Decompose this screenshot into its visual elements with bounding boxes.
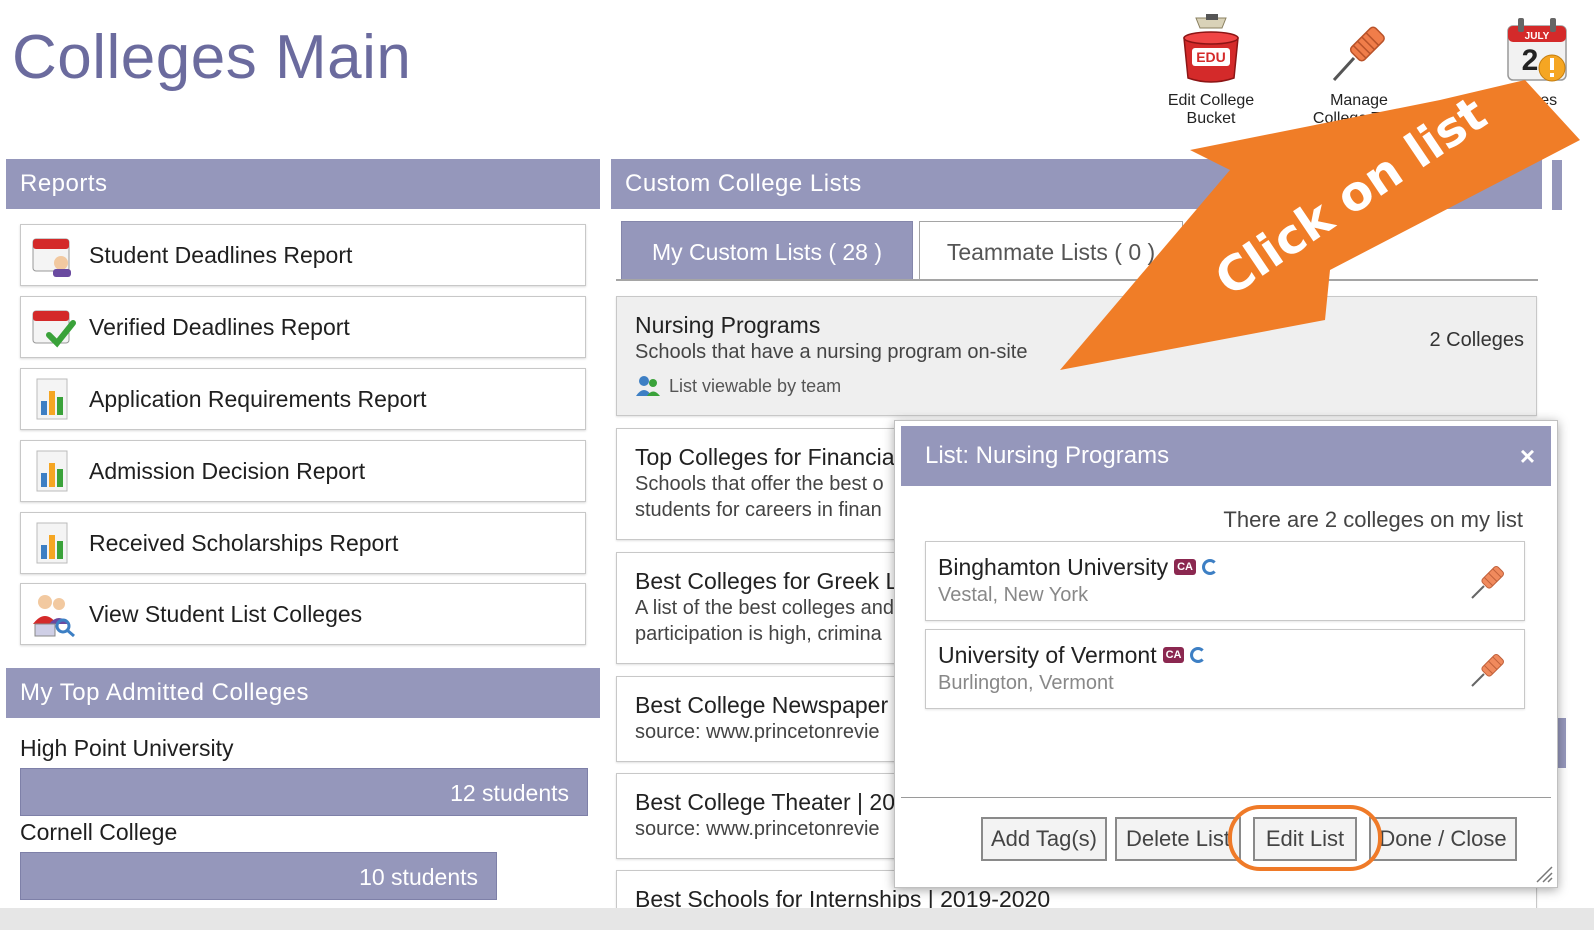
- college-name[interactable]: University of Vermont: [938, 640, 1157, 670]
- report-label: View Student List Colleges: [89, 600, 363, 627]
- close-icon[interactable]: ×: [1520, 426, 1535, 486]
- modal-title: List: Nursing Programs: [925, 442, 1170, 469]
- report-label: Verified Deadlines Report: [89, 313, 350, 340]
- list-item-nursing-programs[interactable]: Nursing Programs Schools that have a nur…: [616, 296, 1537, 416]
- calendar-month-text: JULY: [1525, 31, 1550, 42]
- calendar-student-icon: [29, 231, 77, 279]
- received-scholarships-report-button[interactable]: Received Scholarships Report: [20, 512, 586, 574]
- tab-teammate-lists[interactable]: Teammate Lists ( 0 ): [919, 221, 1183, 281]
- modal-footer-divider: [901, 797, 1551, 798]
- edu-bucket-icon: EDU: [1176, 14, 1246, 86]
- list-title: Nursing Programs: [635, 312, 821, 338]
- modal-header: List: Nursing Programs ×: [901, 426, 1551, 486]
- deadlines-label-2: irements: [1486, 110, 1548, 127]
- top-admitted-college-name[interactable]: Cornell College: [20, 819, 177, 846]
- edu-icon-text: EDU: [1196, 49, 1226, 65]
- resize-grip-icon[interactable]: [1535, 865, 1553, 883]
- edit-list-button[interactable]: Edit List: [1253, 817, 1357, 861]
- application-requirements-report-button[interactable]: Application Requirements Report: [20, 368, 586, 430]
- tab-my-custom-lists[interactable]: My Custom Lists ( 28 ): [621, 221, 913, 281]
- list-description: Schools that have a nursing program on-s…: [635, 341, 1028, 363]
- list-team-visibility: List viewable by team: [635, 375, 1518, 397]
- pushpin-icon: [1324, 14, 1394, 86]
- view-student-list-colleges-button[interactable]: View Student List Colleges: [20, 583, 586, 645]
- bar-chart-icon: [29, 447, 77, 495]
- modal-summary: There are 2 colleges on my list: [1223, 507, 1523, 532]
- custom-lists-header: Custom College Lists: [611, 159, 1542, 209]
- college-location: Burlington, Vermont: [938, 672, 1114, 694]
- student-deadlines-report-button[interactable]: Student Deadlines Report: [20, 224, 586, 286]
- delete-list-button[interactable]: Delete List: [1115, 817, 1241, 861]
- calendar-check-icon: [29, 303, 77, 351]
- top-admitted-header: My Top Admitted Colleges: [6, 668, 600, 718]
- admission-decision-report-button[interactable]: Admission Decision Report: [20, 440, 586, 502]
- pushpin-icon[interactable]: [1468, 650, 1506, 690]
- top-admitted-count-bar[interactable]: 12 students: [20, 768, 588, 816]
- right-panel-header-edge: [1552, 160, 1562, 210]
- college-name[interactable]: Binghamton University: [938, 552, 1168, 582]
- coalition-icon: [1202, 559, 1218, 575]
- users-search-icon: [29, 590, 77, 638]
- list-detail-modal: List: Nursing Programs × There are 2 col…: [894, 420, 1558, 888]
- team-icon: [635, 375, 661, 397]
- report-label: Received Scholarships Report: [89, 529, 399, 556]
- common-app-badge: CA: [1162, 647, 1185, 663]
- modal-college-item[interactable]: Binghamton University CA Vestal, New Yor…: [925, 541, 1525, 621]
- edit-bucket-label-2: Bucket: [1186, 110, 1236, 127]
- tab-divider: [616, 279, 1538, 281]
- manage-tags-label-1: Manage: [1330, 92, 1388, 109]
- manage-college-tags-button[interactable]: Manage College Tags: [1294, 14, 1424, 128]
- verified-deadlines-report-button[interactable]: Verified Deadlines Report: [20, 296, 586, 358]
- bar-chart-icon: [29, 519, 77, 567]
- calendar-day-text: 2: [1522, 44, 1539, 77]
- manage-tags-label-2: College Tags: [1312, 110, 1406, 127]
- bottom-scrollbar[interactable]: [0, 908, 1594, 930]
- common-app-badge: CA: [1174, 559, 1196, 575]
- edit-bucket-label-1: Edit College: [1167, 92, 1255, 109]
- modal-college-item[interactable]: University of Vermont CA Burlington, Ver…: [925, 629, 1525, 709]
- top-admitted-count-bar[interactable]: 10 students: [20, 852, 497, 900]
- edit-college-bucket-button[interactable]: EDU Edit College Bucket: [1146, 14, 1276, 128]
- report-label: Student Deadlines Report: [89, 241, 353, 268]
- calendar-warning-icon: JULY 2: [1502, 14, 1572, 86]
- done-close-button[interactable]: Done / Close: [1369, 817, 1517, 861]
- bar-chart-icon: [29, 375, 77, 423]
- college-location: Vestal, New York: [938, 584, 1089, 606]
- pushpin-icon[interactable]: [1468, 562, 1506, 602]
- report-label: Application Requirements Report: [89, 385, 427, 412]
- top-admitted-college-name[interactable]: High Point University: [20, 735, 233, 762]
- reports-header: Reports: [6, 159, 600, 209]
- deadlines-label-1: Deadlines: [1486, 92, 1558, 109]
- list-college-count: 2 Colleges: [1429, 329, 1524, 351]
- report-label: Admission Decision Report: [89, 457, 366, 484]
- add-tags-button[interactable]: Add Tag(s): [981, 817, 1107, 861]
- page-title: Colleges Main: [12, 23, 412, 92]
- team-visibility-label: List viewable by team: [669, 375, 842, 396]
- coalition-icon: [1190, 647, 1207, 663]
- deadlines-requirements-button[interactable]: JULY 2 Deadlines irements: [1450, 14, 1580, 128]
